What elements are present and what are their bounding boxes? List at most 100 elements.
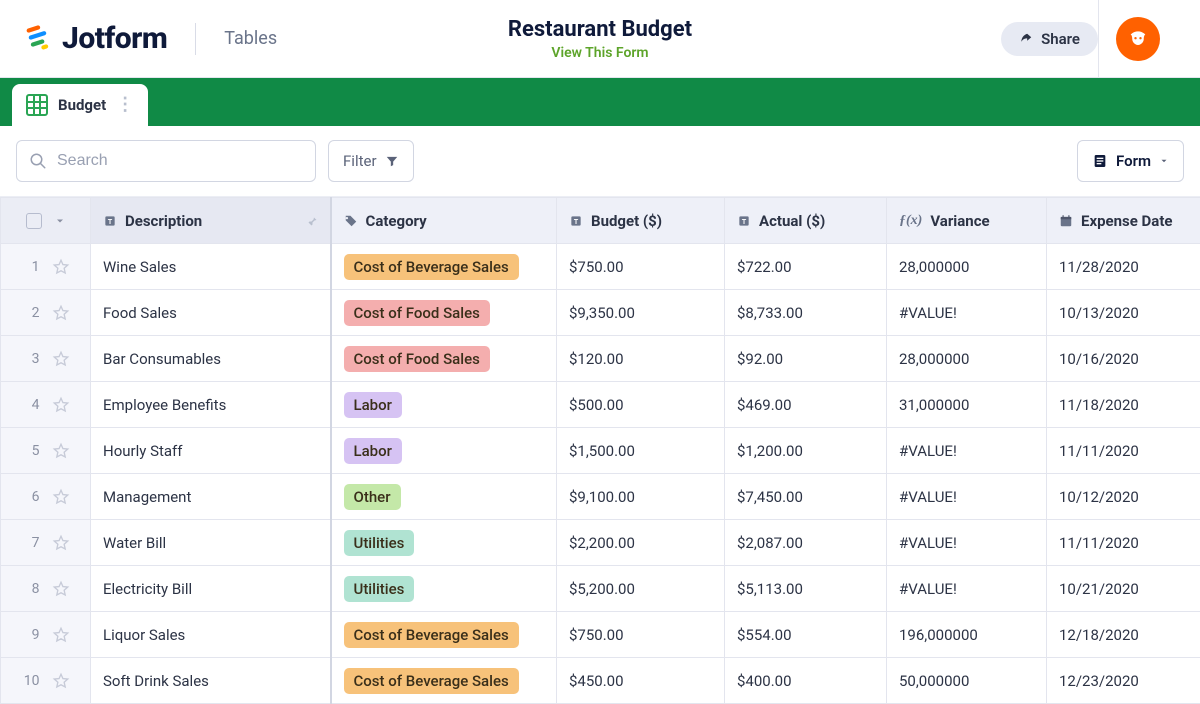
cell-date[interactable]: 11/11/2020 bbox=[1047, 428, 1200, 474]
tab-budget[interactable]: Budget ⋮ bbox=[12, 84, 148, 126]
table-row[interactable]: 4Employee BenefitsLabor$500.00$469.0031,… bbox=[1, 382, 1200, 428]
row-select-cell[interactable]: 8 bbox=[1, 566, 91, 612]
cell-budget[interactable]: $2,200.00 bbox=[557, 520, 725, 566]
row-select-cell[interactable]: 5 bbox=[1, 428, 91, 474]
row-select-cell[interactable]: 4 bbox=[1, 382, 91, 428]
brand-section[interactable]: Tables bbox=[224, 28, 277, 49]
cell-date[interactable]: 12/23/2020 bbox=[1047, 658, 1200, 704]
cell-variance[interactable]: #VALUE! bbox=[887, 520, 1047, 566]
cell-description[interactable]: Bar Consumables bbox=[91, 336, 331, 382]
cell-category[interactable]: Cost of Food Sales bbox=[331, 336, 557, 382]
cell-date[interactable]: 12/18/2020 bbox=[1047, 612, 1200, 658]
cell-description[interactable]: Liquor Sales bbox=[91, 612, 331, 658]
cell-category[interactable]: Other bbox=[331, 474, 557, 520]
row-select-cell[interactable]: 6 bbox=[1, 474, 91, 520]
cell-date[interactable]: 10/21/2020 bbox=[1047, 566, 1200, 612]
search-box[interactable] bbox=[16, 140, 316, 182]
table-row[interactable]: 9Liquor SalesCost of Beverage Sales$750.… bbox=[1, 612, 1200, 658]
cell-actual[interactable]: $2,087.00 bbox=[725, 520, 887, 566]
cell-date[interactable]: 10/12/2020 bbox=[1047, 474, 1200, 520]
cell-category[interactable]: Cost of Food Sales bbox=[331, 290, 557, 336]
chevron-down-icon[interactable] bbox=[54, 215, 66, 227]
table-row[interactable]: 3Bar ConsumablesCost of Food Sales$120.0… bbox=[1, 336, 1200, 382]
cell-variance[interactable]: #VALUE! bbox=[887, 428, 1047, 474]
cell-actual[interactable]: $1,200.00 bbox=[725, 428, 887, 474]
row-select-cell[interactable]: 2 bbox=[1, 290, 91, 336]
header-budget[interactable]: T Budget ($) bbox=[557, 198, 725, 244]
filter-button[interactable]: Filter bbox=[328, 140, 414, 182]
view-form-link[interactable]: View This Form bbox=[551, 45, 648, 61]
star-icon[interactable] bbox=[52, 304, 70, 322]
row-select-cell[interactable]: 10 bbox=[1, 658, 91, 704]
cell-actual[interactable]: $5,113.00 bbox=[725, 566, 887, 612]
cell-date[interactable]: 11/18/2020 bbox=[1047, 382, 1200, 428]
cell-variance[interactable]: 28,000000 bbox=[887, 244, 1047, 290]
table-row[interactable]: 8Electricity BillUtilities$5,200.00$5,11… bbox=[1, 566, 1200, 612]
table-row[interactable]: 5Hourly StaffLabor$1,500.00$1,200.00#VAL… bbox=[1, 428, 1200, 474]
header-actual[interactable]: T Actual ($) bbox=[725, 198, 887, 244]
cell-budget[interactable]: $750.00 bbox=[557, 244, 725, 290]
star-icon[interactable] bbox=[52, 534, 70, 552]
cell-variance[interactable]: #VALUE! bbox=[887, 474, 1047, 520]
header-variance[interactable]: ƒ(x) Variance bbox=[887, 198, 1047, 244]
cell-variance[interactable]: 196,000000 bbox=[887, 612, 1047, 658]
header-description[interactable]: T Description bbox=[91, 198, 331, 244]
search-input[interactable] bbox=[57, 152, 303, 170]
row-select-cell[interactable]: 9 bbox=[1, 612, 91, 658]
cell-description[interactable]: Hourly Staff bbox=[91, 428, 331, 474]
star-icon[interactable] bbox=[52, 672, 70, 690]
cell-date[interactable]: 11/11/2020 bbox=[1047, 520, 1200, 566]
table-row[interactable]: 10Soft Drink SalesCost of Beverage Sales… bbox=[1, 658, 1200, 704]
cell-actual[interactable]: $400.00 bbox=[725, 658, 887, 704]
cell-variance[interactable]: #VALUE! bbox=[887, 566, 1047, 612]
cell-description[interactable]: Employee Benefits bbox=[91, 382, 331, 428]
row-select-cell[interactable]: 3 bbox=[1, 336, 91, 382]
star-icon[interactable] bbox=[52, 488, 70, 506]
header-category[interactable]: Category bbox=[331, 198, 557, 244]
pin-icon[interactable] bbox=[306, 215, 318, 227]
cell-actual[interactable]: $92.00 bbox=[725, 336, 887, 382]
cell-description[interactable]: Soft Drink Sales bbox=[91, 658, 331, 704]
checkbox-icon[interactable] bbox=[26, 213, 42, 229]
share-button[interactable]: Share bbox=[1001, 22, 1098, 56]
cell-date[interactable]: 11/28/2020 bbox=[1047, 244, 1200, 290]
cell-budget[interactable]: $5,200.00 bbox=[557, 566, 725, 612]
cell-budget[interactable]: $750.00 bbox=[557, 612, 725, 658]
cell-actual[interactable]: $722.00 bbox=[725, 244, 887, 290]
cell-date[interactable]: 10/16/2020 bbox=[1047, 336, 1200, 382]
cell-variance[interactable]: 50,000000 bbox=[887, 658, 1047, 704]
cell-description[interactable]: Management bbox=[91, 474, 331, 520]
brand-logo[interactable]: Jotform bbox=[24, 21, 167, 56]
star-icon[interactable] bbox=[52, 258, 70, 276]
cell-actual[interactable]: $469.00 bbox=[725, 382, 887, 428]
header-expense-date[interactable]: Expense Date bbox=[1047, 198, 1200, 244]
cell-description[interactable]: Electricity Bill bbox=[91, 566, 331, 612]
cell-budget[interactable]: $120.00 bbox=[557, 336, 725, 382]
star-icon[interactable] bbox=[52, 580, 70, 598]
cell-category[interactable]: Utilities bbox=[331, 566, 557, 612]
cell-actual[interactable]: $8,733.00 bbox=[725, 290, 887, 336]
cell-variance[interactable]: 31,000000 bbox=[887, 382, 1047, 428]
star-icon[interactable] bbox=[52, 350, 70, 368]
table-row[interactable]: 1Wine SalesCost of Beverage Sales$750.00… bbox=[1, 244, 1200, 290]
cell-category[interactable]: Cost of Beverage Sales bbox=[331, 612, 557, 658]
header-select[interactable] bbox=[1, 198, 91, 244]
cell-description[interactable]: Water Bill bbox=[91, 520, 331, 566]
table-row[interactable]: 2Food SalesCost of Food Sales$9,350.00$8… bbox=[1, 290, 1200, 336]
cell-category[interactable]: Cost of Beverage Sales bbox=[331, 658, 557, 704]
cell-budget[interactable]: $500.00 bbox=[557, 382, 725, 428]
row-select-cell[interactable]: 7 bbox=[1, 520, 91, 566]
cell-category[interactable]: Labor bbox=[331, 428, 557, 474]
cell-budget[interactable]: $9,350.00 bbox=[557, 290, 725, 336]
star-icon[interactable] bbox=[52, 626, 70, 644]
cell-date[interactable]: 10/13/2020 bbox=[1047, 290, 1200, 336]
cell-category[interactable]: Cost of Beverage Sales bbox=[331, 244, 557, 290]
cell-variance[interactable]: 28,000000 bbox=[887, 336, 1047, 382]
cell-actual[interactable]: $554.00 bbox=[725, 612, 887, 658]
cell-description[interactable]: Wine Sales bbox=[91, 244, 331, 290]
form-view-button[interactable]: Form bbox=[1077, 140, 1184, 182]
cell-budget[interactable]: $450.00 bbox=[557, 658, 725, 704]
table-row[interactable]: 7Water BillUtilities$2,200.00$2,087.00#V… bbox=[1, 520, 1200, 566]
row-select-cell[interactable]: 1 bbox=[1, 244, 91, 290]
cell-description[interactable]: Food Sales bbox=[91, 290, 331, 336]
